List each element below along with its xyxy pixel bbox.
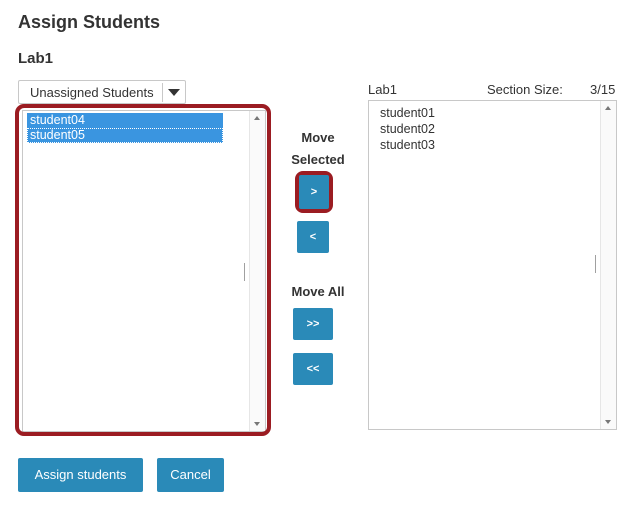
- dropdown-divider: [162, 83, 163, 102]
- move-all-left-button[interactable]: <<: [293, 353, 333, 385]
- move-selected-right-button[interactable]: >: [299, 175, 329, 209]
- cancel-button[interactable]: Cancel: [157, 458, 224, 492]
- move-all-label: Move All: [291, 284, 345, 299]
- dropdown-selected-value: Unassigned Students: [30, 85, 154, 100]
- right-list-scrollbar[interactable]: [595, 101, 616, 429]
- move-all-right-button[interactable]: >>: [293, 308, 333, 340]
- highlight-annotation-box: [15, 104, 271, 436]
- scroll-grip[interactable]: [595, 255, 596, 273]
- list-item-student03[interactable]: student03: [380, 137, 435, 153]
- assigned-students-list[interactable]: student01 student02 student03: [368, 100, 617, 430]
- list-item-student02[interactable]: student02: [380, 121, 435, 137]
- chevron-down-icon[interactable]: [168, 89, 180, 96]
- move-selected-label-line1: Move: [301, 130, 335, 145]
- page-title: Assign Students: [18, 12, 161, 32]
- list-item-student01[interactable]: student01: [380, 105, 435, 121]
- assign-students-button[interactable]: Assign students: [18, 458, 143, 492]
- move-selected-label-line2: Selected: [291, 152, 345, 167]
- target-section-name: Lab1: [368, 82, 397, 97]
- move-selected-left-button[interactable]: <: [297, 221, 329, 253]
- section-heading: Lab1: [18, 50, 54, 67]
- scroll-up-arrow-icon[interactable]: [605, 106, 611, 110]
- student-filter-dropdown[interactable]: Unassigned Students: [18, 80, 186, 104]
- section-size-value: 3/15: [590, 82, 616, 97]
- section-size-label: Section Size:: [487, 82, 563, 97]
- scroll-down-arrow-icon[interactable]: [605, 420, 611, 424]
